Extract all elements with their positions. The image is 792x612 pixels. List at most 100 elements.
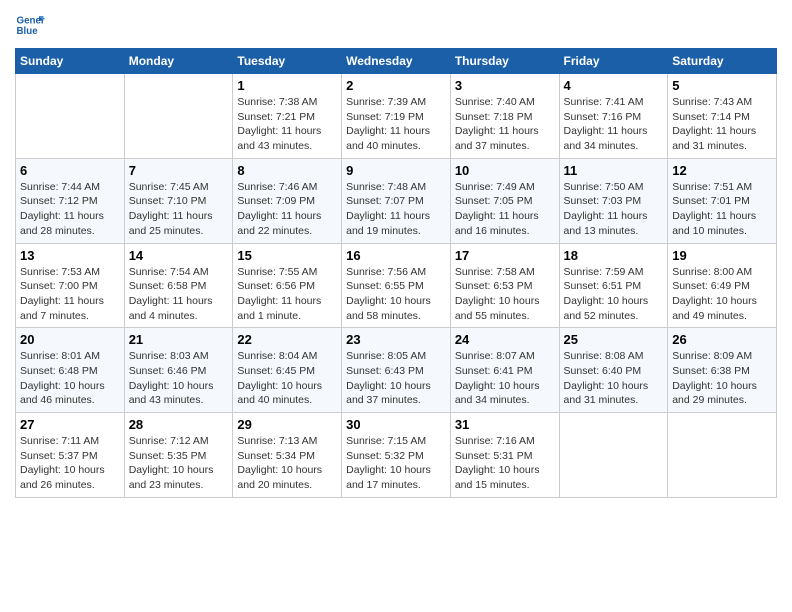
day-number: 16 <box>346 248 446 263</box>
calendar-cell: 21Sunrise: 8:03 AM Sunset: 6:46 PM Dayli… <box>124 328 233 413</box>
calendar-cell: 22 Sunrise: 8:04 AM Sunset: 6:45 PM Dayli… <box>233 328 342 413</box>
day-number: 30 <box>346 417 446 432</box>
weekday-header: Friday <box>559 49 668 74</box>
calendar-table: SundayMondayTuesdayWednesdayThursdayFrid… <box>15 48 777 498</box>
calendar-cell: 20Sunrise: 8:01 AM Sunset: 6:48 PM Dayli… <box>16 328 125 413</box>
day-number: 14 <box>129 248 229 263</box>
day-number: 31 <box>455 417 555 432</box>
day-number: 23 <box>346 332 446 347</box>
calendar-cell: 10 Sunrise: 7:49 AM Sunset: 7:05 PM Dayli… <box>450 158 559 243</box>
day-number: 24 <box>455 332 555 347</box>
calendar-week-row: 20Sunrise: 8:01 AM Sunset: 6:48 PM Dayli… <box>16 328 777 413</box>
calendar-cell: 19 Sunrise: 8:00 AM Sunset: 6:49 PM Dayli… <box>668 243 777 328</box>
day-detail: Sunrise: 8:04 AM Sunset: 6:45 PM Dayligh… <box>237 349 337 408</box>
calendar-week-row: 13 Sunrise: 7:53 AM Sunset: 7:00 PM Dayli… <box>16 243 777 328</box>
day-detail: Sunrise: 7:40 AM Sunset: 7:18 PM Dayligh… <box>455 95 555 154</box>
calendar-cell: 7 Sunrise: 7:45 AM Sunset: 7:10 PM Daylig… <box>124 158 233 243</box>
day-detail: Sunrise: 8:07 AM Sunset: 6:41 PM Dayligh… <box>455 349 555 408</box>
calendar-cell: 11 Sunrise: 7:50 AM Sunset: 7:03 PM Dayli… <box>559 158 668 243</box>
day-detail: Sunrise: 7:44 AM Sunset: 7:12 PM Dayligh… <box>20 180 120 239</box>
day-number: 27 <box>20 417 120 432</box>
day-detail: Sunrise: 7:39 AM Sunset: 7:19 PM Dayligh… <box>346 95 446 154</box>
day-detail: Sunrise: 7:54 AM Sunset: 6:58 PM Dayligh… <box>129 265 229 324</box>
day-detail: Sunrise: 7:41 AM Sunset: 7:16 PM Dayligh… <box>564 95 664 154</box>
day-detail: Sunrise: 7:38 AM Sunset: 7:21 PM Dayligh… <box>237 95 337 154</box>
day-number: 22 <box>237 332 337 347</box>
weekday-header: Wednesday <box>342 49 451 74</box>
calendar-cell: 26 Sunrise: 8:09 AM Sunset: 6:38 PM Dayli… <box>668 328 777 413</box>
calendar-cell: 31 Sunrise: 7:16 AM Sunset: 5:31 PM Dayli… <box>450 413 559 498</box>
day-number: 7 <box>129 163 229 178</box>
day-detail: Sunrise: 7:56 AM Sunset: 6:55 PM Dayligh… <box>346 265 446 324</box>
calendar-cell: 1 Sunrise: 7:38 AM Sunset: 7:21 PM Daylig… <box>233 74 342 159</box>
day-number: 11 <box>564 163 664 178</box>
calendar-cell <box>124 74 233 159</box>
calendar-cell <box>559 413 668 498</box>
day-detail: Sunrise: 7:11 AM Sunset: 5:37 PM Dayligh… <box>20 434 120 493</box>
day-number: 10 <box>455 163 555 178</box>
calendar-cell: 27 Sunrise: 7:11 AM Sunset: 5:37 PM Dayli… <box>16 413 125 498</box>
day-number: 8 <box>237 163 337 178</box>
calendar-cell: 24 Sunrise: 8:07 AM Sunset: 6:41 PM Dayli… <box>450 328 559 413</box>
calendar-cell: 23 Sunrise: 8:05 AM Sunset: 6:43 PM Dayli… <box>342 328 451 413</box>
day-number: 15 <box>237 248 337 263</box>
day-detail: Sunrise: 7:50 AM Sunset: 7:03 PM Dayligh… <box>564 180 664 239</box>
day-detail: Sunrise: 7:55 AM Sunset: 6:56 PM Dayligh… <box>237 265 337 324</box>
calendar-cell: 29 Sunrise: 7:13 AM Sunset: 5:34 PM Dayli… <box>233 413 342 498</box>
day-number: 9 <box>346 163 446 178</box>
calendar-cell: 25 Sunrise: 8:08 AM Sunset: 6:40 PM Dayli… <box>559 328 668 413</box>
calendar-cell <box>16 74 125 159</box>
day-number: 6 <box>20 163 120 178</box>
calendar-week-row: 6 Sunrise: 7:44 AM Sunset: 7:12 PM Daylig… <box>16 158 777 243</box>
day-number: 26 <box>672 332 772 347</box>
day-number: 19 <box>672 248 772 263</box>
day-detail: Sunrise: 7:48 AM Sunset: 7:07 PM Dayligh… <box>346 180 446 239</box>
calendar-cell: 9 Sunrise: 7:48 AM Sunset: 7:07 PM Daylig… <box>342 158 451 243</box>
day-detail: Sunrise: 8:08 AM Sunset: 6:40 PM Dayligh… <box>564 349 664 408</box>
calendar-cell: 13 Sunrise: 7:53 AM Sunset: 7:00 PM Dayli… <box>16 243 125 328</box>
day-detail: Sunrise: 7:53 AM Sunset: 7:00 PM Dayligh… <box>20 265 120 324</box>
page-header: General Blue <box>15 10 777 40</box>
day-detail: Sunrise: 7:49 AM Sunset: 7:05 PM Dayligh… <box>455 180 555 239</box>
weekday-header: Sunday <box>16 49 125 74</box>
day-detail: Sunrise: 7:12 AM Sunset: 5:35 PM Dayligh… <box>129 434 229 493</box>
calendar-cell: 18Sunrise: 7:59 AM Sunset: 6:51 PM Dayli… <box>559 243 668 328</box>
calendar-header: SundayMondayTuesdayWednesdayThursdayFrid… <box>16 49 777 74</box>
day-detail: Sunrise: 8:00 AM Sunset: 6:49 PM Dayligh… <box>672 265 772 324</box>
calendar-body: 1 Sunrise: 7:38 AM Sunset: 7:21 PM Daylig… <box>16 74 777 498</box>
calendar-cell: 30 Sunrise: 7:15 AM Sunset: 5:32 PM Dayli… <box>342 413 451 498</box>
day-detail: Sunrise: 7:45 AM Sunset: 7:10 PM Dayligh… <box>129 180 229 239</box>
day-number: 12 <box>672 163 772 178</box>
day-detail: Sunrise: 7:13 AM Sunset: 5:34 PM Dayligh… <box>237 434 337 493</box>
day-number: 1 <box>237 78 337 93</box>
calendar-week-row: 1 Sunrise: 7:38 AM Sunset: 7:21 PM Daylig… <box>16 74 777 159</box>
day-number: 13 <box>20 248 120 263</box>
day-detail: Sunrise: 7:16 AM Sunset: 5:31 PM Dayligh… <box>455 434 555 493</box>
calendar-cell: 14 Sunrise: 7:54 AM Sunset: 6:58 PM Dayli… <box>124 243 233 328</box>
weekday-header: Saturday <box>668 49 777 74</box>
day-detail: Sunrise: 7:46 AM Sunset: 7:09 PM Dayligh… <box>237 180 337 239</box>
day-number: 17 <box>455 248 555 263</box>
day-detail: Sunrise: 7:43 AM Sunset: 7:14 PM Dayligh… <box>672 95 772 154</box>
calendar-cell: 2 Sunrise: 7:39 AM Sunset: 7:19 PM Daylig… <box>342 74 451 159</box>
day-number: 29 <box>237 417 337 432</box>
day-detail: Sunrise: 7:58 AM Sunset: 6:53 PM Dayligh… <box>455 265 555 324</box>
logo: General Blue <box>15 10 49 40</box>
day-detail: Sunrise: 8:05 AM Sunset: 6:43 PM Dayligh… <box>346 349 446 408</box>
day-detail: Sunrise: 8:01 AM Sunset: 6:48 PM Dayligh… <box>20 349 120 408</box>
day-detail: Sunrise: 7:15 AM Sunset: 5:32 PM Dayligh… <box>346 434 446 493</box>
day-number: 28 <box>129 417 229 432</box>
day-number: 5 <box>672 78 772 93</box>
day-number: 18 <box>564 248 664 263</box>
svg-text:Blue: Blue <box>17 26 39 37</box>
calendar-cell: 6 Sunrise: 7:44 AM Sunset: 7:12 PM Daylig… <box>16 158 125 243</box>
calendar-cell: 28 Sunrise: 7:12 AM Sunset: 5:35 PM Dayli… <box>124 413 233 498</box>
calendar-cell <box>668 413 777 498</box>
day-detail: Sunrise: 8:09 AM Sunset: 6:38 PM Dayligh… <box>672 349 772 408</box>
calendar-cell: 12Sunrise: 7:51 AM Sunset: 7:01 PM Dayli… <box>668 158 777 243</box>
day-detail: Sunrise: 8:03 AM Sunset: 6:46 PM Dayligh… <box>129 349 229 408</box>
day-number: 2 <box>346 78 446 93</box>
weekday-header: Thursday <box>450 49 559 74</box>
calendar-cell: 17 Sunrise: 7:58 AM Sunset: 6:53 PM Dayli… <box>450 243 559 328</box>
day-number: 25 <box>564 332 664 347</box>
